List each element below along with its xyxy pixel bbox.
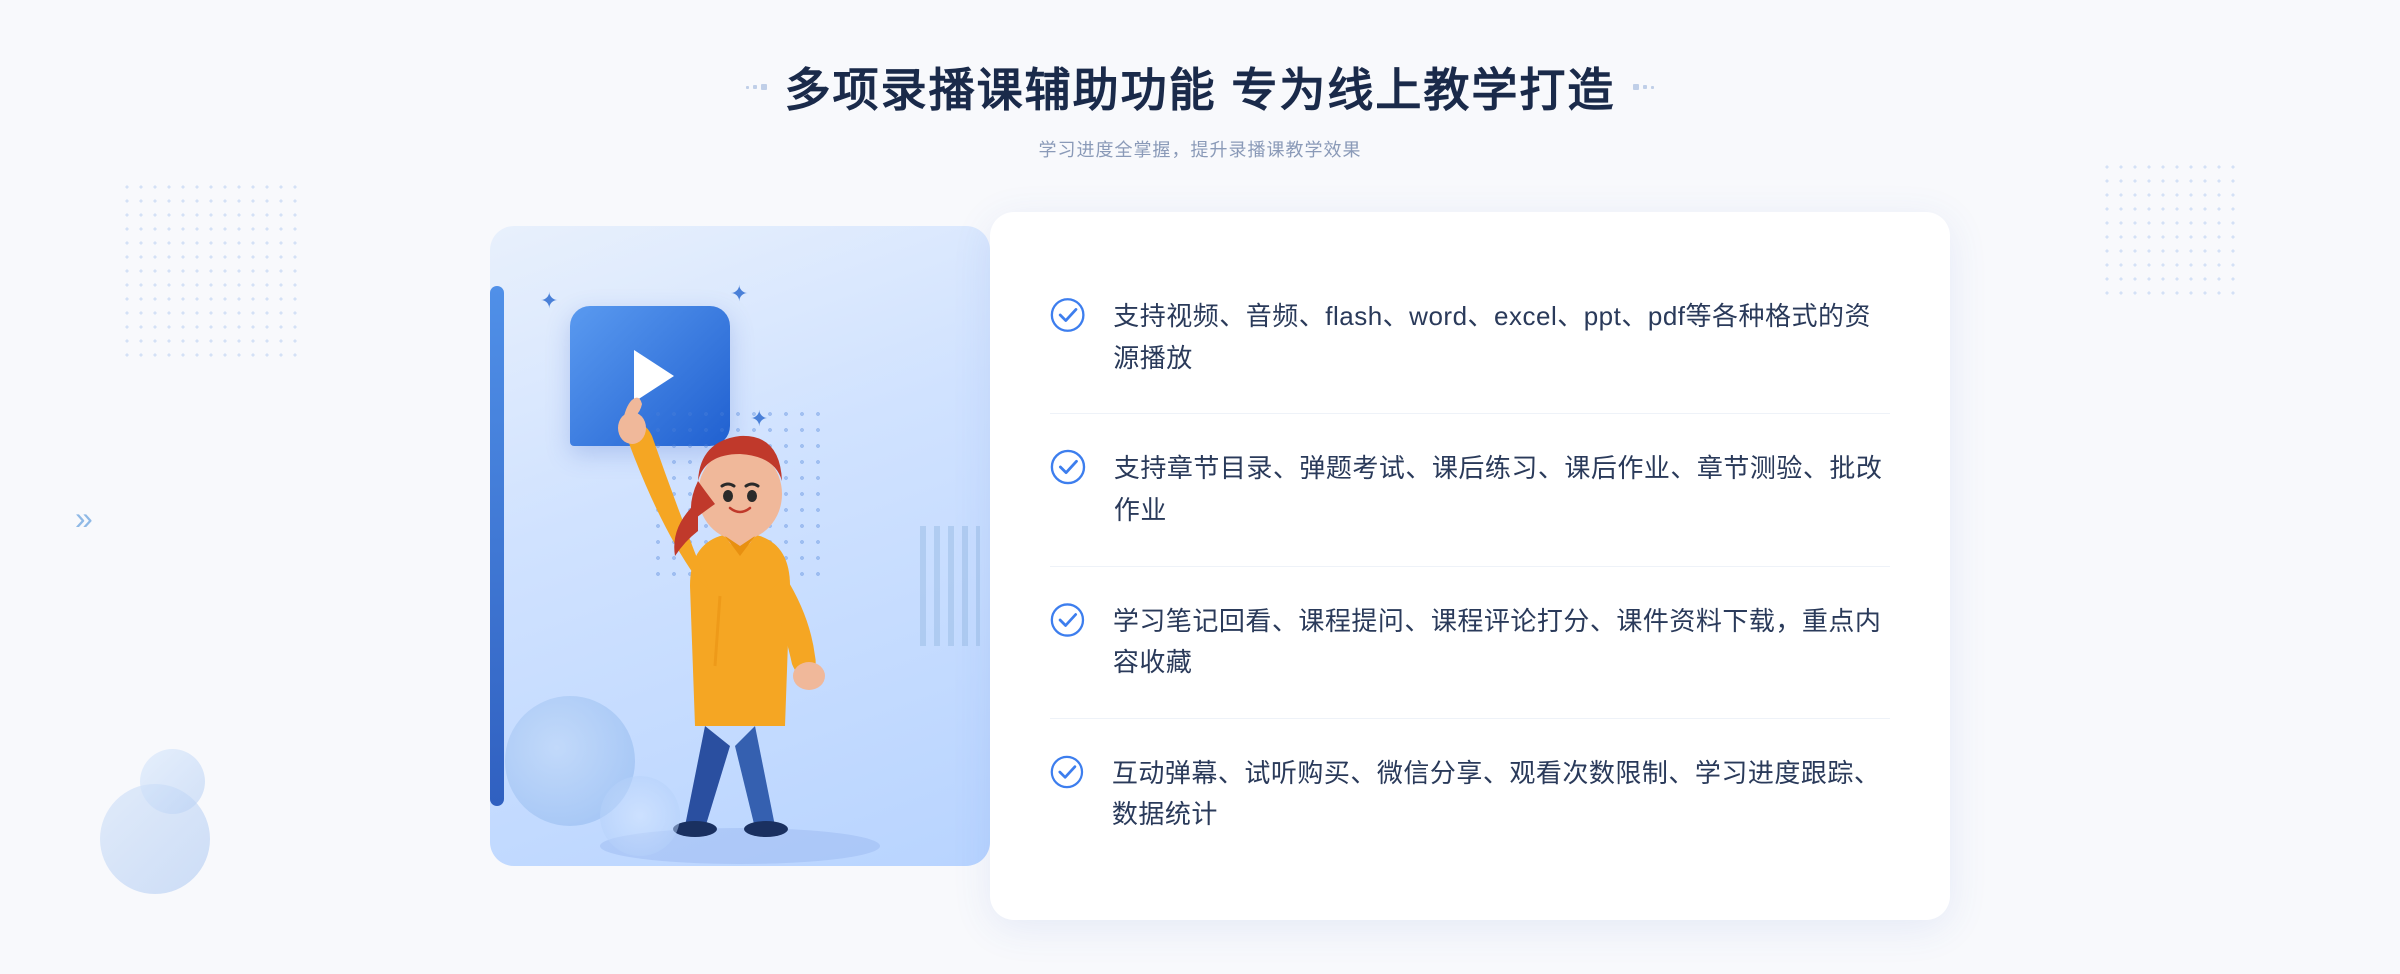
deco-right bbox=[1633, 84, 1654, 90]
page-subtitle: 学习进度全掌握，提升录播课教学效果 bbox=[746, 136, 1655, 162]
feature-text-3: 学习笔记回看、课程提问、课程评论打分、课件资料下载，重点内容收藏 bbox=[1113, 601, 1890, 684]
check-icon-2 bbox=[1050, 448, 1086, 486]
features-card: 支持视频、音频、flash、word、excel、ppt、pdf等各种格式的资源… bbox=[990, 212, 1950, 920]
check-icon-3 bbox=[1050, 601, 1085, 639]
feature-item-1: 支持视频、音频、flash、word、excel、ppt、pdf等各种格式的资源… bbox=[1050, 262, 1890, 414]
dots-decoration-left bbox=[120, 180, 300, 360]
check-icon-4 bbox=[1050, 753, 1084, 791]
illustration-area: ✦ ✦ ✦ bbox=[450, 226, 1010, 906]
chevrons-decoration: » bbox=[75, 500, 87, 537]
feature-text-2: 支持章节目录、弹题考试、课后练习、课后作业、章节测验、批改作业 bbox=[1114, 448, 1890, 531]
illus-circle-small bbox=[600, 776, 680, 856]
page-header: 多项录播课辅助功能 专为线上教学打造 学习进度全掌握，提升录播课教学效果 bbox=[746, 54, 1655, 162]
illus-stripes bbox=[920, 526, 980, 646]
deco-left bbox=[746, 84, 767, 90]
feature-item-4: 互动弹幕、试听购买、微信分享、观看次数限制、学习进度跟踪、数据统计 bbox=[1050, 719, 1890, 870]
feature-item-2: 支持章节目录、弹题考试、课后练习、课后作业、章节测验、批改作业 bbox=[1050, 414, 1890, 566]
check-icon-1 bbox=[1050, 296, 1085, 334]
page-title: 多项录播课辅助功能 专为线上教学打造 bbox=[785, 54, 1616, 120]
feature-text-4: 互动弹幕、试听购买、微信分享、观看次数限制、学习进度跟踪、数据统计 bbox=[1112, 753, 1890, 836]
title-row: 多项录播课辅助功能 专为线上教学打造 bbox=[746, 54, 1655, 120]
feature-item-3: 学习笔记回看、课程提问、课程评论打分、课件资料下载，重点内容收藏 bbox=[1050, 567, 1890, 719]
feature-text-1: 支持视频、音频、flash、word、excel、ppt、pdf等各种格式的资源… bbox=[1113, 296, 1890, 379]
sparkle-1: ✦ bbox=[540, 288, 558, 314]
illus-accent-bar bbox=[490, 286, 504, 806]
dots-decoration-right bbox=[2100, 160, 2240, 300]
sparkle-2: ✦ bbox=[730, 281, 748, 307]
main-content: ✦ ✦ ✦ bbox=[420, 212, 1980, 920]
circle-decoration-small bbox=[140, 749, 205, 814]
